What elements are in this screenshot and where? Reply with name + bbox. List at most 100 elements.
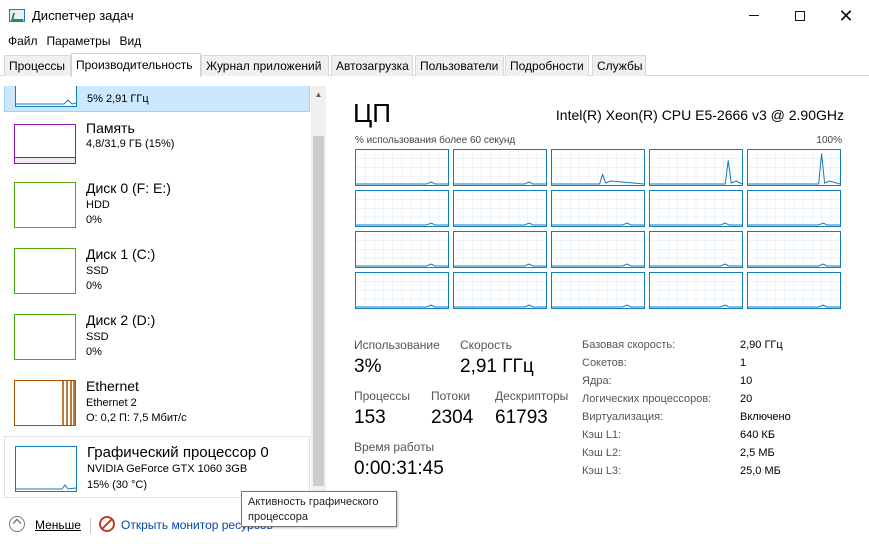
menu-options[interactable]: Параметры — [43, 31, 116, 53]
logical-processor-graph-line — [552, 232, 644, 267]
minimize-icon — [749, 15, 759, 16]
minimize-button[interactable] — [731, 0, 777, 31]
ethernet-adapter: Ethernet 2 — [86, 397, 137, 409]
logical-processor-graph — [551, 190, 645, 227]
logical-processor-graph — [747, 272, 841, 309]
resource-item-gpu[interactable]: Графический процессор 0 NVIDIA GeForce G… — [4, 436, 310, 498]
logical-processor-graph-line — [552, 150, 644, 185]
bottom-bar: Меньше Открыть монитор ресурсов — [0, 510, 869, 540]
ethernet-label: Ethernet — [86, 378, 139, 394]
tab-app-history[interactable]: Журнал приложений — [201, 55, 329, 76]
resource-item-memory[interactable]: Память 4,8/31,9 ГБ (15%) — [4, 116, 310, 174]
resource-list: 5% 2,91 ГГц Память 4,8/31,9 ГБ (15%) Дис… — [4, 86, 310, 503]
threads-value: 2304 — [431, 407, 474, 428]
detail-value: 1 — [740, 357, 747, 369]
tab-bar: Процессы Производительность Журнал прило… — [0, 53, 869, 77]
uptime-value: 0:00:31:45 — [354, 458, 444, 479]
logical-processor-graphs — [355, 149, 844, 315]
detail-value: 640 КБ — [740, 429, 776, 441]
tab-users[interactable]: Пользователи — [415, 55, 504, 76]
memory-label: Память — [86, 120, 135, 136]
logical-processor-graph-line — [356, 273, 448, 308]
scroll-thumb[interactable] — [313, 136, 324, 486]
gpu-tooltip: Активность графического процессора — [241, 491, 397, 527]
maximize-icon — [795, 10, 805, 21]
logical-processor-graph — [747, 190, 841, 227]
processes-label: Процессы — [354, 389, 411, 403]
logical-processor-graph — [453, 149, 547, 186]
logical-processor-graph — [649, 231, 743, 268]
cpu-thumbnail-graph — [16, 99, 77, 105]
disk0-type: HDD — [86, 199, 110, 211]
logical-processor-graph — [355, 272, 449, 309]
ethernet-thumbnail — [14, 380, 76, 426]
disk2-label: Диск 2 (D:) — [86, 312, 156, 328]
memory-thumbnail — [14, 124, 76, 164]
logical-processor-graph — [649, 190, 743, 227]
chevron-up-icon[interactable] — [9, 516, 25, 532]
disk1-label: Диск 1 (C:) — [86, 246, 156, 262]
logical-processor-graph — [649, 272, 743, 309]
detail-value: 2,5 МБ — [740, 447, 775, 459]
detail-value: 2,90 ГГц — [740, 339, 783, 351]
logical-processor-graph-line — [356, 232, 448, 267]
resource-item-disk0[interactable]: Диск 0 (F: E:) HDD 0% — [4, 174, 310, 232]
detail-label: Кэш L2: — [582, 447, 622, 459]
detail-label: Кэш L3: — [582, 465, 622, 477]
logical-processor-graph-line — [748, 232, 840, 267]
tab-performance[interactable]: Производительность — [71, 53, 201, 77]
logical-processor-graph — [355, 190, 449, 227]
detail-label: Сокетов: — [582, 357, 627, 369]
maximize-button[interactable] — [777, 0, 823, 31]
disk0-usage: 0% — [86, 214, 102, 226]
memory-fill — [15, 157, 75, 163]
logical-processor-graph-line — [650, 273, 742, 308]
tab-processes[interactable]: Процессы — [4, 55, 71, 76]
detail-label: Ядра: — [582, 375, 612, 387]
gpu-usage: 15% (30 °C) — [87, 479, 148, 491]
resource-item-disk1[interactable]: Диск 1 (C:) SSD 0% — [4, 240, 310, 298]
resource-item-disk2[interactable]: Диск 2 (D:) SSD 0% — [4, 306, 310, 364]
menu-file[interactable]: Файл — [4, 31, 43, 53]
disk1-usage: 0% — [86, 280, 102, 292]
detail-label: Виртуализация: — [582, 411, 664, 423]
tab-details[interactable]: Подробности — [505, 55, 589, 76]
logical-processor-graph — [453, 190, 547, 227]
disk0-thumbnail — [14, 182, 76, 228]
task-manager-icon — [9, 9, 25, 22]
resource-item-ethernet[interactable]: Ethernet Ethernet 2 О: 0,2 П: 7,5 Мбит/с — [4, 372, 310, 430]
resource-list-scrollbar[interactable]: ▲ — [311, 86, 326, 503]
menu-view[interactable]: Вид — [115, 31, 146, 53]
cpu-model: Intel(R) Xeon(R) CPU E5-2666 v3 @ 2.90GH… — [555, 107, 844, 123]
disk1-thumbnail — [14, 248, 76, 294]
title-bar: Диспетчер задач ✕ — [0, 0, 869, 31]
logical-processor-graph — [551, 149, 645, 186]
gpu-thumbnail-graph — [16, 484, 77, 490]
close-button[interactable]: ✕ — [823, 0, 869, 31]
uptime-label: Время работы — [354, 440, 435, 454]
close-icon: ✕ — [838, 5, 854, 26]
scroll-up-arrow-icon[interactable]: ▲ — [311, 86, 326, 103]
logical-processor-graph-line — [454, 273, 546, 308]
logical-processor-graph-line — [356, 150, 448, 185]
usage-value: 3% — [354, 356, 382, 377]
logical-processor-graph-line — [356, 191, 448, 226]
tab-startup[interactable]: Автозагрузка — [331, 55, 413, 76]
usage-label: Использование — [354, 338, 440, 352]
menu-bar: Файл Параметры Вид — [0, 31, 869, 53]
logical-processor-graph-line — [748, 150, 840, 185]
threads-label: Потоки — [431, 389, 471, 403]
gpu-model: NVIDIA GeForce GTX 1060 3GB — [87, 463, 248, 475]
handles-value: 61793 — [495, 407, 548, 428]
resource-monitor-icon[interactable] — [99, 516, 115, 532]
fewer-details-link[interactable]: Меньше — [35, 518, 81, 532]
resource-item-cpu[interactable]: 5% 2,91 ГГц — [4, 86, 310, 112]
gpu-thumbnail — [15, 446, 77, 492]
logical-processor-graph — [355, 231, 449, 268]
detail-value: 20 — [740, 393, 753, 405]
detail-value: 10 — [740, 375, 753, 387]
task-manager-window: Диспетчер задач ✕ Файл Параметры Вид Про… — [0, 0, 869, 551]
logical-processor-graph — [747, 149, 841, 186]
tab-services[interactable]: Службы — [592, 55, 646, 76]
detail-value: 25,0 МБ — [740, 465, 781, 477]
